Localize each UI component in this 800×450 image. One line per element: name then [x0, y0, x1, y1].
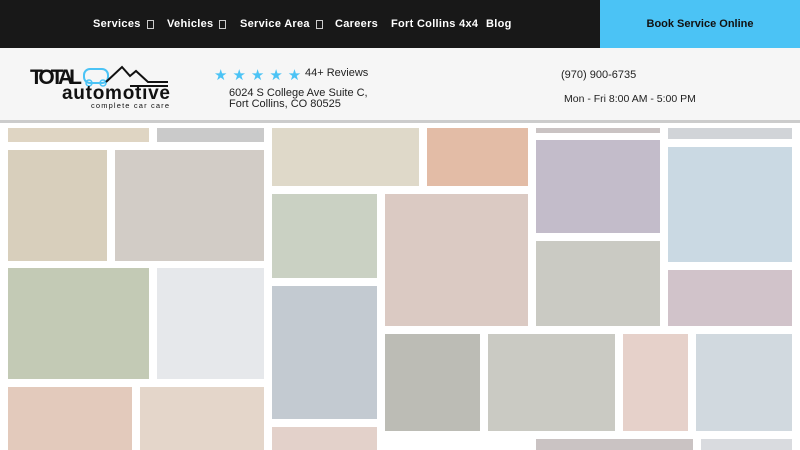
collage-photo	[157, 268, 264, 379]
business-hours: Mon - Fri 8:00 AM - 5:00 PM	[564, 93, 696, 105]
svg-text:complete car care: complete car care	[91, 101, 169, 110]
collage-photo	[115, 150, 264, 261]
collage-photo	[272, 194, 377, 278]
collage-photo	[536, 128, 660, 133]
collage-photo	[427, 128, 528, 186]
collage-photo	[157, 128, 264, 142]
nav-careers[interactable]: Careers	[335, 0, 378, 48]
collage-photo	[385, 334, 480, 431]
collage-photo	[8, 150, 107, 261]
address-line-2: Fort Collins, CO 80525	[229, 98, 341, 110]
nav-vehicles[interactable]: Vehicles	[167, 0, 227, 48]
collage-photo	[623, 334, 688, 431]
nav-services[interactable]: Services	[93, 0, 154, 48]
collage-photo	[536, 241, 660, 326]
collage-photo	[272, 286, 377, 419]
collage-photo	[668, 147, 792, 262]
collage-photo	[668, 270, 792, 326]
collage-photo	[536, 439, 693, 450]
reviews-link[interactable]: 44+ Reviews	[305, 67, 368, 79]
phone-link[interactable]: (970) 900-6735	[561, 69, 636, 81]
collage-photo	[272, 427, 377, 450]
collage-photo	[668, 128, 792, 139]
nav-service-area[interactable]: Service Area	[240, 0, 323, 48]
collage-photo	[8, 387, 132, 450]
nav-blog[interactable]: Blog	[486, 0, 512, 48]
collage-photo	[701, 439, 792, 450]
dropdown-icon	[219, 19, 227, 29]
nav-fort-collins-4x4[interactable]: Fort Collins 4x4	[391, 0, 478, 48]
logo[interactable]: TOTAL automotive complete car care	[30, 64, 172, 110]
rating-stars: ★★★★★	[214, 67, 307, 84]
dropdown-icon	[315, 19, 323, 29]
dropdown-icon	[146, 19, 154, 29]
collage-photo	[272, 128, 419, 186]
nav-label: Vehicles	[167, 18, 214, 30]
collage-photo	[536, 140, 660, 233]
collage-photo	[8, 268, 149, 379]
nav-label: Service Area	[240, 18, 310, 30]
collage-photo	[696, 334, 792, 431]
collage-photo	[488, 334, 615, 431]
collage-photo	[140, 387, 264, 450]
book-service-button[interactable]: Book Service Online	[600, 0, 800, 48]
nav-label: Services	[93, 18, 141, 30]
collage-photo	[8, 128, 149, 142]
logo-icon: TOTAL automotive complete car care	[30, 65, 170, 110]
collage-photo	[385, 194, 528, 326]
